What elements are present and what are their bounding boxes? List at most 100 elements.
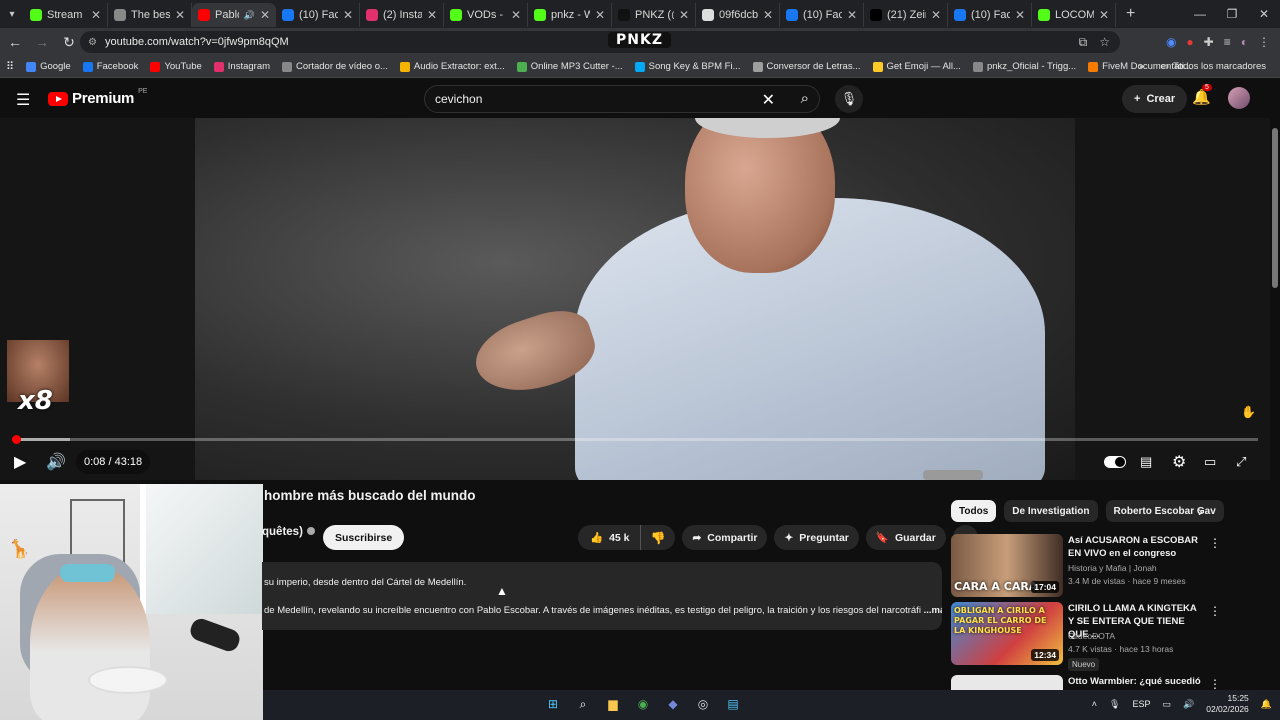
related-thumbnail[interactable] <box>951 675 1063 690</box>
bookmark-item[interactable]: YouTube <box>144 61 207 72</box>
bookmark-item[interactable]: Get Emoji — All... <box>867 61 967 72</box>
close-tab-icon[interactable]: ✕ <box>1015 8 1025 22</box>
menu-icon[interactable]: ☰ <box>16 90 30 110</box>
restore-icon[interactable]: ❐ <box>1216 0 1248 28</box>
browser-tab[interactable]: (21) Zein ✕ <box>864 3 948 27</box>
close-tab-icon[interactable]: ✕ <box>260 8 270 22</box>
description-box[interactable]: su imperio, desde dentro del Cártel de M… <box>262 562 942 630</box>
create-button[interactable]: + Crear <box>1122 85 1188 113</box>
chevron-right-icon[interactable]: › <box>1198 503 1203 519</box>
tab-search-icon[interactable]: ▾ <box>0 0 24 28</box>
progress-bar[interactable] <box>11 435 1258 444</box>
bookmark-item[interactable]: Online MP3 Cutter -... <box>511 61 629 72</box>
bookmark-item[interactable]: Conversor de Letras... <box>747 61 867 72</box>
network-icon[interactable]: ▭ <box>1163 699 1172 710</box>
fullscreen-icon[interactable]: ⤢ <box>1236 450 1246 474</box>
new-tab-icon[interactable]: + <box>1116 5 1145 23</box>
bookmarks-overflow-icon[interactable]: » <box>1139 61 1144 72</box>
related-thumbnail[interactable]: OBLIGAN A CIRILO A PAGAR EL CARRO DE LA … <box>951 602 1063 665</box>
volume-tray-icon[interactable]: 🔊 <box>1183 699 1194 710</box>
subscribe-button[interactable]: Suscribirse <box>323 525 405 550</box>
browser-tab[interactable]: (10) Faceb ✕ <box>780 3 864 27</box>
related-title[interactable]: Otto Warmbier: ¿qué sucedió en <box>1068 675 1203 690</box>
bookmark-item[interactable]: Google <box>20 61 77 72</box>
back-icon[interactable]: ← <box>3 30 27 54</box>
cast-icon[interactable]: ⧉ <box>1079 35 1088 50</box>
notepad-icon[interactable]: ▤ <box>723 694 743 714</box>
extension-icon[interactable]: ● <box>1186 35 1193 49</box>
autoplay-toggle[interactable] <box>1104 456 1126 468</box>
show-more-link[interactable]: ...más <box>924 605 942 616</box>
theater-mode-icon[interactable]: ▭ <box>1204 450 1216 474</box>
browser-tab[interactable]: (10) Faceb ✕ <box>276 3 360 27</box>
volume-icon[interactable]: 🔊 <box>46 450 66 474</box>
browser-tab[interactable]: Pablo I 🔊 ✕ <box>192 3 276 27</box>
browser-tab[interactable]: LOCOMA ✕ <box>1032 3 1116 27</box>
video-player[interactable]: x8 ✋ ▶ 🔊 0:08 / 43:18 ▤ ⚙ ▭ ⤢ <box>0 118 1270 480</box>
related-video[interactable]: Otto Warmbier: ¿qué sucedió en ⋮ <box>951 675 1221 690</box>
browser-tab[interactable]: Stream - K ✕ <box>24 3 108 27</box>
browser-tab[interactable]: VODs - Ki ✕ <box>444 3 528 27</box>
share-button[interactable]: ➦ Compartir <box>682 525 768 550</box>
close-tab-icon[interactable]: ✕ <box>91 8 101 22</box>
minimize-icon[interactable]: — <box>1184 0 1216 28</box>
bookmark-item[interactable]: Song Key & BPM Fi... <box>629 61 747 72</box>
filter-chip[interactable]: Roberto Escobar Gav <box>1105 500 1224 522</box>
search-input[interactable]: cevichon <box>435 92 482 106</box>
chrome-menu-icon[interactable]: ⋮ <box>1258 35 1270 49</box>
kebab-menu-icon[interactable]: ⋮ <box>1209 604 1221 618</box>
reload-icon[interactable]: ↻ <box>57 30 81 54</box>
search-box[interactable]: cevichon ✕ ⌕ <box>424 85 820 113</box>
kebab-menu-icon[interactable]: ⋮ <box>1209 677 1221 690</box>
search-icon[interactable]: ⌕ <box>573 694 593 714</box>
file-explorer-icon[interactable]: ▆ <box>603 694 623 714</box>
browser-tab[interactable]: pnkz - Wa ✕ <box>528 3 612 27</box>
bookmark-item[interactable]: Cortador de vídeo o... <box>276 61 394 72</box>
related-channel[interactable]: Historia y Mafia | Jonah <box>1068 563 1157 573</box>
ask-button[interactable]: ✦ Preguntar <box>774 525 859 550</box>
kebab-menu-icon[interactable]: ⋮ <box>1209 536 1221 550</box>
browser-tab[interactable]: The best C ✕ <box>108 3 192 27</box>
notifications-icon[interactable]: 🔔 5 <box>1192 84 1212 106</box>
microphone-icon[interactable]: 🎙 <box>1109 699 1120 710</box>
puzzle-icon[interactable]: ✚ <box>1204 35 1214 49</box>
close-tab-icon[interactable]: ✕ <box>427 8 437 22</box>
filter-chip[interactable]: Todos <box>951 500 997 522</box>
close-window-icon[interactable]: ✕ <box>1248 0 1280 28</box>
tab-audio-icon[interactable]: 🔊 <box>244 10 255 21</box>
apps-icon[interactable]: ⠿ <box>0 60 20 73</box>
language-indicator[interactable]: ESP <box>1132 699 1150 709</box>
clear-search-icon[interactable]: ✕ <box>762 90 775 110</box>
close-tab-icon[interactable]: ✕ <box>679 8 689 22</box>
browser-tab[interactable]: 09f6dcbb ✕ <box>696 3 780 27</box>
related-video[interactable]: OBLIGAN A CIRILO A PAGAR EL CARRO DE LA … <box>951 602 1221 671</box>
like-button[interactable]: 👍 45 k <box>578 525 641 550</box>
extension-icon[interactable]: ◉ <box>1166 35 1176 49</box>
related-title[interactable]: Así ACUSARON a ESCOBAR EN VIVO en el con… <box>1068 534 1203 560</box>
related-channel[interactable]: ClideoDOTA <box>1068 631 1115 641</box>
close-tab-icon[interactable]: ✕ <box>595 8 605 22</box>
account-avatar[interactable] <box>1228 87 1250 109</box>
close-tab-icon[interactable]: ✕ <box>343 8 353 22</box>
dislike-button[interactable]: 👎 <box>641 525 676 550</box>
close-tab-icon[interactable]: ✕ <box>175 8 185 22</box>
site-info-icon[interactable]: ⚙ <box>88 37 97 48</box>
close-tab-icon[interactable]: ✕ <box>931 8 941 22</box>
related-thumbnail[interactable]: CARA A CARA 17:04 <box>951 534 1063 597</box>
browser-tab[interactable]: (10) Faceb ✕ <box>948 3 1032 27</box>
channel-name[interactable]: quêtes) <box>262 526 315 538</box>
search-icon[interactable]: ⌕ <box>801 90 809 107</box>
save-button[interactable]: 🔖 Guardar <box>865 525 946 550</box>
bookmark-item[interactable]: Audio Extractor: ext... <box>394 61 511 72</box>
close-tab-icon[interactable]: ✕ <box>763 8 773 22</box>
bookmark-item[interactable]: pnkz_Oficial - Trigg... <box>967 61 1082 72</box>
browser-tab[interactable]: (2) Instagr ✕ <box>360 3 444 27</box>
bookmark-item[interactable]: Instagram <box>208 61 276 72</box>
discord-icon[interactable]: ◆ <box>663 694 683 714</box>
browser-tab[interactable]: PNKZ (@p ✕ <box>612 3 696 27</box>
all-bookmarks-folder[interactable]: ▭ Todos los marcadores <box>1154 61 1272 72</box>
settings-gear-icon[interactable]: ⚙ <box>1172 450 1186 474</box>
obs-icon[interactable]: ◎ <box>693 694 713 714</box>
url-bar[interactable]: ⚙ youtube.com/watch?v=0jfw9pm8qQM PNKZ ⧉… <box>80 31 1120 53</box>
bookmark-item[interactable]: Facebook <box>77 61 145 72</box>
